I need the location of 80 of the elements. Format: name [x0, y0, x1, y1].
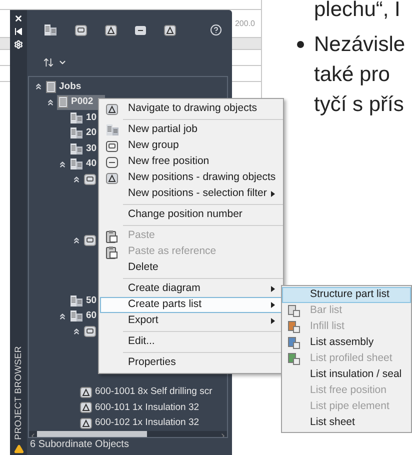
close-icon[interactable]: [14, 14, 23, 23]
group-icon: [84, 174, 96, 186]
tree-item[interactable]: 20: [69, 126, 98, 141]
panel-title: PROJECT BROWSER: [12, 346, 24, 440]
submenu-arrow-icon: [271, 302, 275, 308]
triangle-in-box-icon: [106, 172, 118, 184]
document-icon: [58, 96, 68, 108]
settings-icon[interactable]: [14, 40, 23, 49]
tree-item[interactable]: 40: [69, 156, 98, 172]
table-value: 200.0: [234, 18, 255, 30]
tree-item[interactable]: [83, 324, 97, 340]
menu-item[interactable]: New partial job: [100, 122, 282, 138]
menu-item[interactable]: Change position number: [100, 207, 282, 223]
triangle-in-box-icon: [105, 24, 117, 36]
document-grid-icon: [70, 142, 83, 155]
document-grid-icon: [44, 24, 57, 36]
menu-item[interactable]: New positions - selection filter: [100, 186, 282, 202]
collapse-icon[interactable]: [58, 160, 66, 169]
minus-box-icon: [106, 156, 118, 168]
tree-item[interactable]: Jobs: [45, 79, 82, 94]
menu-item[interactable]: Edit...: [100, 334, 282, 350]
tree-item[interactable]: 50: [69, 293, 98, 308]
submenu-arrow-icon: [271, 318, 275, 324]
collapse-icon[interactable]: [58, 312, 66, 321]
triangle-in-box-icon: [80, 402, 92, 414]
document-grid-icon: [70, 127, 83, 140]
submenu-item[interactable]: Structure part list: [282, 287, 411, 303]
sort-icon[interactable]: [43, 56, 54, 68]
menu-item[interactable]: New group: [100, 138, 282, 154]
submenu-item[interactable]: List assembly: [282, 335, 411, 351]
group-icon: [84, 234, 96, 246]
menu-item[interactable]: Create parts list: [100, 297, 282, 313]
submenu-arrow-icon: [271, 286, 275, 292]
tree-item[interactable]: 60: [69, 308, 98, 324]
tree-item[interactable]: 600-1001 8x Self drilling scr: [79, 384, 214, 400]
bullet-text: Nezávisle také pro tyčí s přís: [314, 32, 406, 118]
menu-item[interactable]: Properties: [100, 355, 282, 371]
triangle-in-box-icon: [80, 386, 92, 398]
collapse-icon[interactable]: [72, 327, 80, 336]
slide-text: plechu“, I: [313, 0, 402, 22]
collapse-icon[interactable]: [72, 175, 80, 184]
infill-list-icon: [288, 321, 300, 333]
collapse-icon[interactable]: [34, 82, 42, 92]
tree-item[interactable]: 10: [69, 110, 98, 126]
tree-item[interactable]: 600-101 1x Insulation 32: [79, 400, 200, 416]
document-grid-icon: [106, 124, 118, 136]
tree-item[interactable]: 600-102 1x Insulation 32: [79, 416, 200, 431]
help-icon[interactable]: [210, 24, 222, 36]
submenu-arrow-icon: [271, 191, 275, 197]
collapse-icon[interactable]: [72, 236, 80, 245]
clipboard-icon: [106, 230, 118, 242]
group-icon: [106, 140, 118, 152]
status-text: 6 Subordinate Objects: [29, 439, 130, 451]
tree-item[interactable]: [83, 232, 97, 248]
menu-item[interactable]: Export: [100, 313, 282, 329]
sheet-list-icon: [288, 353, 300, 365]
warning-icon: [14, 444, 24, 454]
document-grid-icon: [70, 158, 83, 170]
group-icon: [75, 24, 87, 36]
minus-box-icon[interactable]: [135, 26, 146, 34]
document-grid-icon: [70, 294, 83, 307]
menu-item[interactable]: Delete: [100, 260, 282, 276]
clipboard-hand-icon: [106, 246, 118, 258]
submenu-item[interactable]: List insulation / seal: [282, 367, 411, 383]
group-icon: [84, 326, 96, 338]
tree-item[interactable]: 30: [69, 141, 98, 156]
triangle-in-box-icon: [80, 418, 92, 429]
menu-item[interactable]: New free position: [100, 154, 282, 170]
document-grid-icon: [70, 112, 83, 124]
menu-item[interactable]: Create diagram: [100, 281, 282, 297]
submenu-item[interactable]: List sheet: [282, 415, 411, 431]
bar-list-icon: [288, 305, 300, 317]
magnifier-triangle-icon: [106, 104, 118, 114]
tree-item[interactable]: [83, 172, 97, 188]
document-icon: [46, 80, 56, 93]
assembly-list-icon: [288, 337, 300, 349]
menu-item[interactable]: New positions - drawing objects: [100, 170, 282, 186]
document-grid-icon: [70, 310, 83, 322]
collapse-icon[interactable]: [46, 98, 54, 107]
pin-icon[interactable]: [15, 28, 22, 35]
